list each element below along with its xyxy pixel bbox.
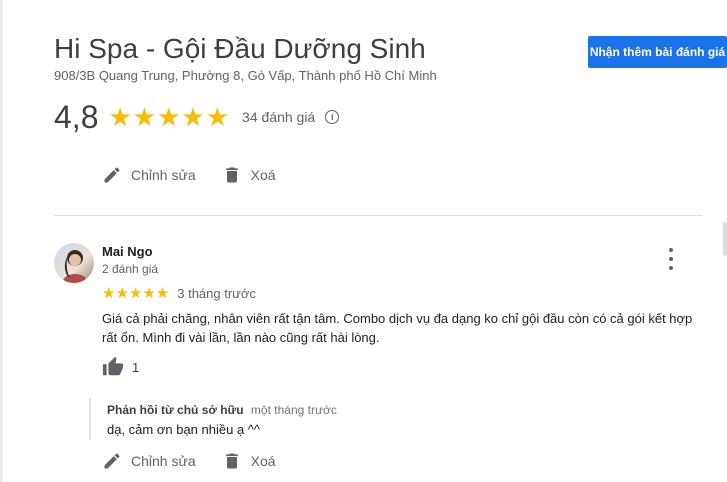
divider [54,215,702,216]
delete-label: Xoá [250,167,276,183]
rating-value: 4,8 [54,99,99,135]
left-edge [0,0,3,482]
review-rating: ★★★★★ 3 tháng trước [102,284,256,302]
pencil-icon [104,453,120,469]
avatar[interactable] [54,243,94,283]
reviewer-name[interactable]: Mai Ngo [102,244,153,259]
delete-button[interactable]: Xoá [222,165,276,185]
trash-icon [225,167,238,183]
info-icon[interactable]: i [325,110,340,124]
reply-owner-label: Phản hồi từ chủ sở hữu [107,403,244,417]
delete-reply-label: Xoá [250,453,276,469]
scrollbar[interactable] [723,222,727,256]
owner-reply: Phản hồi từ chủ sở hữu một tháng trước d… [89,398,707,440]
rating-stars: ★★★★★ [108,102,231,132]
review-time: 3 tháng trước [177,285,256,301]
reviewer-review-count: 2 đánh giá [102,262,159,276]
get-more-reviews-button[interactable]: Nhận thêm bài đánh giá [588,36,727,68]
business-name: Hi Spa - Gội Đầu Dưỡng Sinh [54,33,426,64]
reply-time: một tháng trước [250,403,337,417]
edit-label: Chỉnh sửa [131,167,196,183]
trash-icon [225,453,238,469]
thumb-up-icon [102,356,124,376]
owner-actions-bottom: Chỉnh sửa Xoá [102,451,302,471]
delete-reply-button[interactable]: Xoá [222,451,276,471]
reply-header: Phản hồi từ chủ sở hữu một tháng trước [107,403,707,417]
pencil-icon [104,167,120,183]
more-vert-icon[interactable] [663,248,679,270]
like-count: 1 [132,359,140,375]
edit-reply-label: Chỉnh sửa [131,453,196,469]
edit-reply-button[interactable]: Chỉnh sửa [102,451,196,471]
reply-text: dạ, cảm ơn bạn nhiều ạ ^^ [107,422,260,437]
rating-summary: 4,8 ★★★★★ 34 đánh giá i [54,98,340,136]
review-stars: ★★★★★ [102,285,170,302]
like-button[interactable]: 1 [102,356,139,378]
owner-actions-top: Chỉnh sửa Xoá [102,165,302,185]
review-count[interactable]: 34 đánh giá [242,109,315,125]
review-text: Giá cả phải chăng, nhân viên rất tận tâm… [102,311,693,345]
edit-button[interactable]: Chỉnh sửa [102,165,196,185]
business-address: 908/3B Quang Trung, Phường 8, Gò Vấp, Th… [54,68,437,83]
avatar-photo [62,250,88,283]
